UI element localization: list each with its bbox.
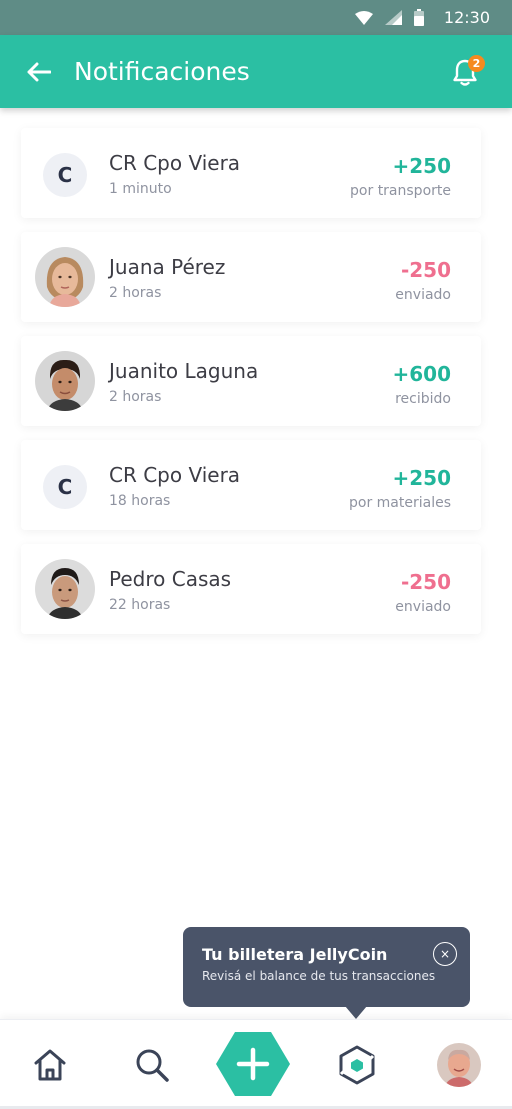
notification-name: Juana Pérez: [109, 255, 226, 279]
back-button[interactable]: [24, 57, 54, 87]
notification-amount: -250: [400, 570, 451, 594]
avatar: [35, 351, 95, 411]
notifications-bell-button[interactable]: 2: [448, 55, 485, 89]
nav-search-button[interactable]: [127, 1040, 177, 1090]
notification-item[interactable]: C CR Cpo Viera 18 horas +250 por materia…: [21, 440, 481, 530]
page-title: Notificaciones: [74, 57, 250, 86]
avatar-letter: C: [43, 153, 87, 197]
wallet-tooltip: Tu billetera JellyCoin Revisá el balance…: [183, 927, 470, 1019]
bottom-nav: [0, 1019, 512, 1109]
avatar-letter: C: [43, 465, 87, 509]
notification-amount: +250: [392, 154, 451, 178]
signal-icon: [384, 10, 402, 25]
notification-description: por transporte: [350, 183, 451, 199]
nav-add-button[interactable]: [215, 1026, 291, 1102]
tooltip-text: Revisá el balance de tus transacciones: [202, 969, 436, 983]
nav-wallet-button[interactable]: [332, 1040, 382, 1090]
notification-amount: +600: [392, 362, 451, 386]
avatar: [35, 247, 95, 307]
app-bar: Notificaciones 2: [0, 35, 512, 108]
status-time: 12:30: [443, 8, 490, 27]
battery-icon: [413, 9, 424, 26]
notification-time: 2 horas: [109, 285, 162, 301]
status-bar: 12:30: [0, 0, 512, 35]
notification-amount: +250: [392, 466, 451, 490]
home-icon: [34, 1049, 66, 1081]
notification-amount: -250: [400, 258, 451, 282]
tooltip-close-button[interactable]: ×: [433, 942, 457, 966]
notification-description: enviado: [395, 599, 451, 615]
notification-time: 22 horas: [109, 597, 171, 613]
search-icon: [136, 1049, 169, 1082]
notification-item[interactable]: Juana Pérez 2 horas -250 enviado: [21, 232, 481, 322]
notification-badge: 2: [468, 55, 485, 72]
notification-name: Juanito Laguna: [109, 359, 259, 383]
wifi-icon: [354, 10, 373, 25]
close-icon: ×: [439, 947, 451, 961]
tooltip-arrow: [345, 1006, 367, 1019]
notification-name: CR Cpo Viera: [109, 463, 241, 487]
notification-name: Pedro Casas: [109, 567, 232, 591]
notification-description: enviado: [395, 287, 451, 303]
notification-description: por materiales: [349, 495, 451, 511]
notification-item[interactable]: Pedro Casas 22 horas -250 enviado: [21, 544, 481, 634]
notification-item[interactable]: C CR Cpo Viera 1 minuto +250 por transpo…: [21, 128, 481, 218]
back-arrow-icon: [27, 62, 51, 81]
notification-description: recibido: [395, 391, 451, 407]
notification-item[interactable]: Juanito Laguna 2 horas +600 recibido: [21, 336, 481, 426]
notification-time: 1 minuto: [109, 181, 172, 197]
notification-time: 18 horas: [109, 493, 171, 509]
nav-home-button[interactable]: [25, 1040, 75, 1090]
notification-name: CR Cpo Viera: [109, 151, 241, 175]
notification-list: C CR Cpo Viera 1 minuto +250 por transpo…: [21, 128, 481, 648]
notification-time: 2 horas: [109, 389, 162, 405]
nav-profile-avatar[interactable]: [437, 1043, 481, 1087]
add-icon: [216, 1032, 290, 1096]
status-icons: 12:30: [354, 8, 490, 27]
avatar: [35, 559, 95, 619]
wallet-icon: [339, 1045, 375, 1085]
profile-avatar-icon: [437, 1043, 481, 1087]
tooltip-title: Tu billetera JellyCoin: [202, 945, 388, 964]
